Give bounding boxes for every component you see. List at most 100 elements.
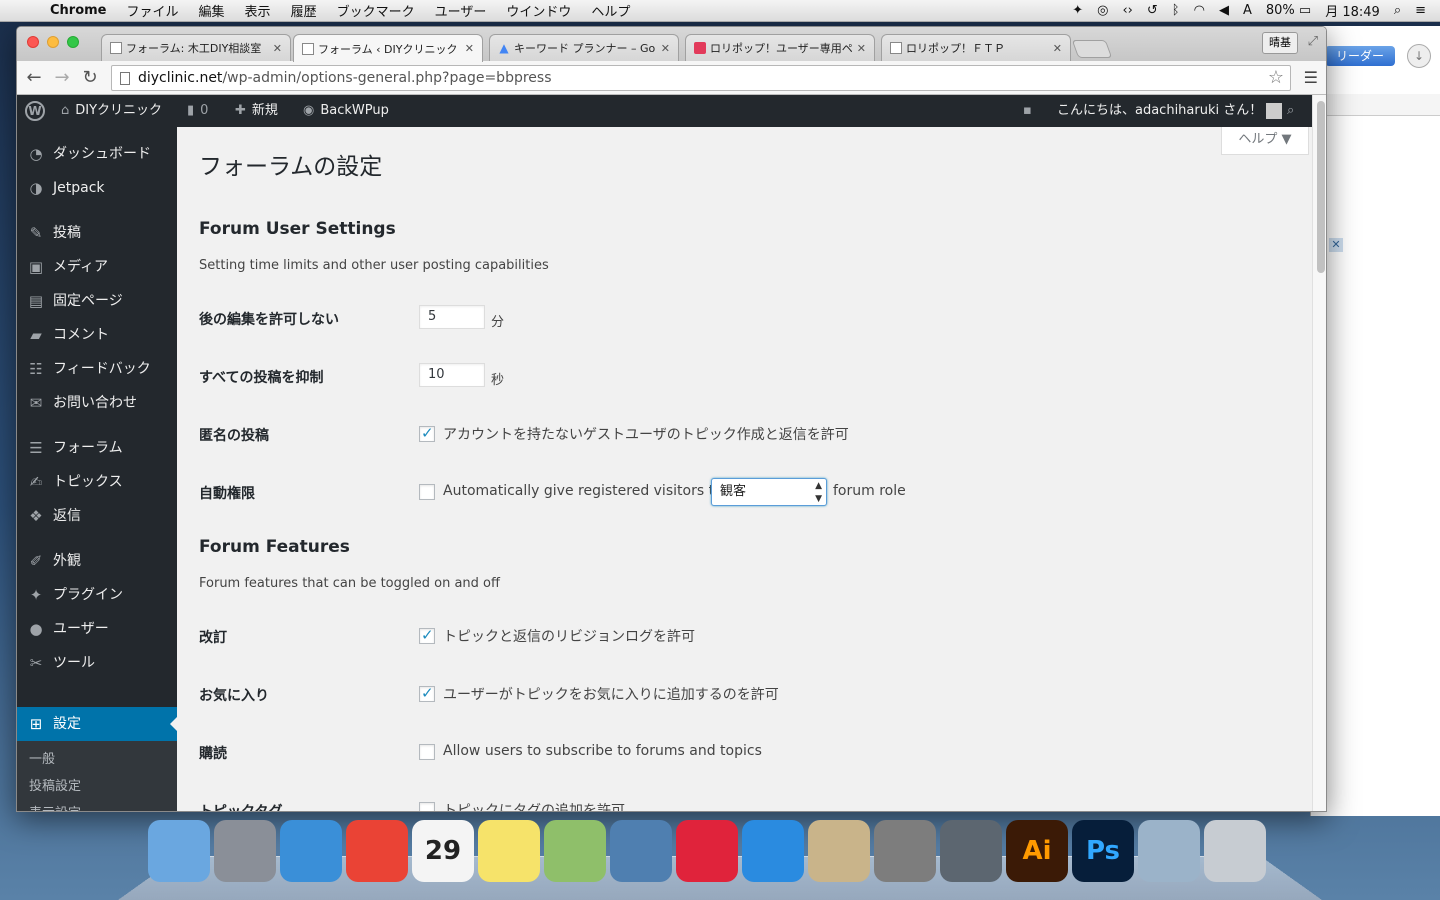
address-bar[interactable]: diyclinic.net/wp-admin/options-general.p… bbox=[111, 65, 1291, 91]
stickies-icon[interactable] bbox=[478, 820, 540, 882]
download-icon[interactable]: ↓ bbox=[1407, 44, 1431, 68]
menu-window[interactable]: ウインドウ bbox=[496, 1, 581, 20]
illustrator-icon[interactable]: Ai bbox=[1006, 820, 1068, 882]
zoom-window-button[interactable] bbox=[67, 36, 79, 48]
menu-history[interactable]: 履歴 bbox=[281, 1, 327, 20]
sync-icon[interactable]: ◎ bbox=[1097, 3, 1108, 18]
submenu-general[interactable]: 一般 bbox=[17, 747, 177, 773]
wordpress-logo-icon[interactable]: W bbox=[25, 101, 45, 121]
image-capture-icon[interactable] bbox=[1138, 820, 1200, 882]
forward-icon[interactable]: → bbox=[51, 67, 73, 88]
topic-tags-checkbox[interactable] bbox=[419, 802, 435, 811]
backwpup-link[interactable]: ◉ BackWPup bbox=[303, 95, 389, 127]
sidebar-item-dashboard[interactable]: ◔ ダッシュボード bbox=[17, 137, 177, 171]
preview-icon[interactable] bbox=[808, 820, 870, 882]
sidebar-item-plugins[interactable]: ✦ プラグイン bbox=[17, 578, 177, 612]
iphoto-icon[interactable] bbox=[610, 820, 672, 882]
menu-user[interactable]: ユーザー bbox=[425, 1, 497, 20]
page-scrollbar[interactable] bbox=[1312, 95, 1326, 811]
close-icon[interactable]: ✕ bbox=[661, 42, 670, 55]
anonymous-checkbox[interactable] bbox=[419, 424, 435, 442]
sidebar-item-feedback[interactable]: ☷ フィードバック bbox=[17, 352, 177, 386]
anonymous-text[interactable]: アカウントを持たないゲストユーザのトピック作成と返信を許可 bbox=[443, 424, 849, 444]
facetime-icon[interactable] bbox=[940, 820, 1002, 882]
forum-role-select[interactable]: 観客 ▲ ▼ bbox=[711, 478, 827, 506]
edit-lock-input[interactable]: 5 bbox=[419, 305, 485, 329]
code-icon[interactable]: ‹› bbox=[1122, 3, 1132, 18]
itunes-icon[interactable] bbox=[676, 820, 738, 882]
wifi-icon[interactable]: ◠ bbox=[1194, 3, 1205, 18]
tab-forum-diyclinic[interactable]: フォーラム ‹ DIYクリニック ✕ bbox=[293, 34, 483, 62]
sidebar-item-users[interactable]: ● ユーザー bbox=[17, 612, 177, 646]
sidebar-item-tools[interactable]: ✂ ツール bbox=[17, 646, 177, 680]
minimize-window-button[interactable] bbox=[47, 36, 59, 48]
revisions-checkbox[interactable] bbox=[419, 626, 435, 644]
fullscreen-icon[interactable]: ⤢ bbox=[1308, 34, 1318, 49]
calendar-icon[interactable]: 29 bbox=[412, 820, 474, 882]
close-icon[interactable]: ✕ bbox=[465, 42, 474, 55]
reader-button[interactable]: リーダー bbox=[1325, 46, 1395, 66]
sidebar-item-forums[interactable]: ☰ フォーラム bbox=[17, 431, 177, 465]
help-tab-button[interactable]: ヘルプ ▼ bbox=[1221, 127, 1309, 155]
admin-search-icon[interactable]: ⌕ bbox=[1287, 95, 1300, 127]
menu-file[interactable]: ファイル bbox=[117, 1, 189, 20]
subscriptions-checkbox[interactable] bbox=[419, 744, 435, 760]
notification-center-icon[interactable]: ≡ bbox=[1415, 3, 1426, 18]
sidebar-item-topics[interactable]: ✍ トピックス bbox=[17, 465, 177, 499]
subscriptions-text[interactable]: Allow users to subscribe to forums and t… bbox=[443, 743, 762, 759]
new-content-link[interactable]: ✚ 新規 bbox=[235, 95, 278, 127]
clock[interactable]: 月 18:49 bbox=[1325, 1, 1380, 20]
sidebar-item-appearance[interactable]: ✐ 外観 bbox=[17, 544, 177, 578]
tab-lolipop-user[interactable]: ロリポップ！ユーザー専用ペ ✕ bbox=[685, 34, 875, 61]
close-ad-icon[interactable]: ✕ bbox=[1329, 238, 1343, 252]
notifications-icon[interactable]: ▪ bbox=[1023, 95, 1038, 127]
chrome-menu-icon[interactable]: ☰ bbox=[1304, 68, 1318, 87]
revisions-text[interactable]: トピックと返信のリビジョンログを許可 bbox=[443, 626, 695, 646]
menu-bookmarks[interactable]: ブックマーク bbox=[327, 1, 425, 20]
sidebar-item-comments[interactable]: ▰ コメント bbox=[17, 318, 177, 352]
sidebar-item-settings[interactable]: ⊞ 設定 bbox=[17, 707, 178, 741]
system-preferences-icon[interactable] bbox=[874, 820, 936, 882]
submenu-writing[interactable]: 投稿設定 bbox=[17, 774, 177, 800]
menu-edit[interactable]: 編集 bbox=[189, 1, 235, 20]
tab-forum-mokko[interactable]: フォーラム: 木工DIY相談室 ✕ bbox=[101, 34, 291, 61]
menu-help[interactable]: ヘルプ bbox=[581, 1, 640, 20]
bookmark-star-icon[interactable]: ☆ bbox=[1268, 66, 1284, 90]
auto-role-checkbox[interactable] bbox=[419, 484, 435, 500]
throttle-input[interactable]: 10 bbox=[419, 363, 485, 387]
volume-icon[interactable]: ◀ bbox=[1219, 3, 1229, 18]
topic-tags-text[interactable]: トピックにタグの追加を許可 bbox=[443, 800, 625, 811]
my-account-link[interactable]: こんにちは、adachiharuki さん！ bbox=[1057, 95, 1283, 127]
sidebar-item-replies[interactable]: ❖ 返信 bbox=[17, 499, 177, 533]
time-machine-icon[interactable]: ↺ bbox=[1147, 3, 1158, 18]
input-method-icon[interactable]: A bbox=[1243, 3, 1252, 18]
trash-icon[interactable] bbox=[1204, 820, 1266, 882]
bluetooth-icon[interactable]: ᛒ bbox=[1172, 3, 1180, 18]
submenu-reading[interactable]: 表示設定 bbox=[17, 801, 177, 811]
sidebar-item-pages[interactable]: ▤ 固定ページ bbox=[17, 284, 177, 318]
reload-icon[interactable]: ↻ bbox=[79, 67, 101, 88]
battery-status[interactable]: 80% ▭ bbox=[1266, 3, 1311, 18]
menu-view[interactable]: 表示 bbox=[235, 1, 281, 20]
close-icon[interactable]: ✕ bbox=[857, 42, 866, 55]
auto-role-text[interactable]: Automatically give registered visitors t… bbox=[443, 483, 732, 499]
back-icon[interactable]: ← bbox=[23, 67, 45, 88]
photoshop-icon[interactable]: Ps bbox=[1072, 820, 1134, 882]
close-window-button[interactable] bbox=[27, 36, 39, 48]
launchpad-icon[interactable] bbox=[214, 820, 276, 882]
scrollbar-thumb[interactable] bbox=[1317, 101, 1325, 273]
new-tab-button[interactable] bbox=[1071, 40, 1113, 58]
close-icon[interactable]: ✕ bbox=[1053, 42, 1062, 55]
app-menu[interactable]: Chrome bbox=[40, 3, 117, 18]
sidebar-item-contact[interactable]: ✉ お問い合わせ bbox=[17, 386, 177, 420]
site-name-link[interactable]: ⌂ DIYクリニック bbox=[61, 95, 162, 127]
appstore-icon[interactable] bbox=[742, 820, 804, 882]
safari-icon[interactable] bbox=[280, 820, 342, 882]
close-icon[interactable]: ✕ bbox=[273, 42, 282, 55]
comments-link[interactable]: ▮ 0 bbox=[187, 95, 208, 127]
tab-lolipop-ftp[interactable]: ロリポップ！ＦＴＰ ✕ bbox=[881, 34, 1071, 61]
favorites-text[interactable]: ユーザーがトピックをお気に入りに追加するのを許可 bbox=[443, 684, 779, 704]
profile-button[interactable]: 晴基 bbox=[1262, 32, 1298, 54]
sidebar-item-media[interactable]: ▣ メディア bbox=[17, 250, 177, 284]
sidebar-item-posts[interactable]: ✎ 投稿 bbox=[17, 216, 177, 250]
